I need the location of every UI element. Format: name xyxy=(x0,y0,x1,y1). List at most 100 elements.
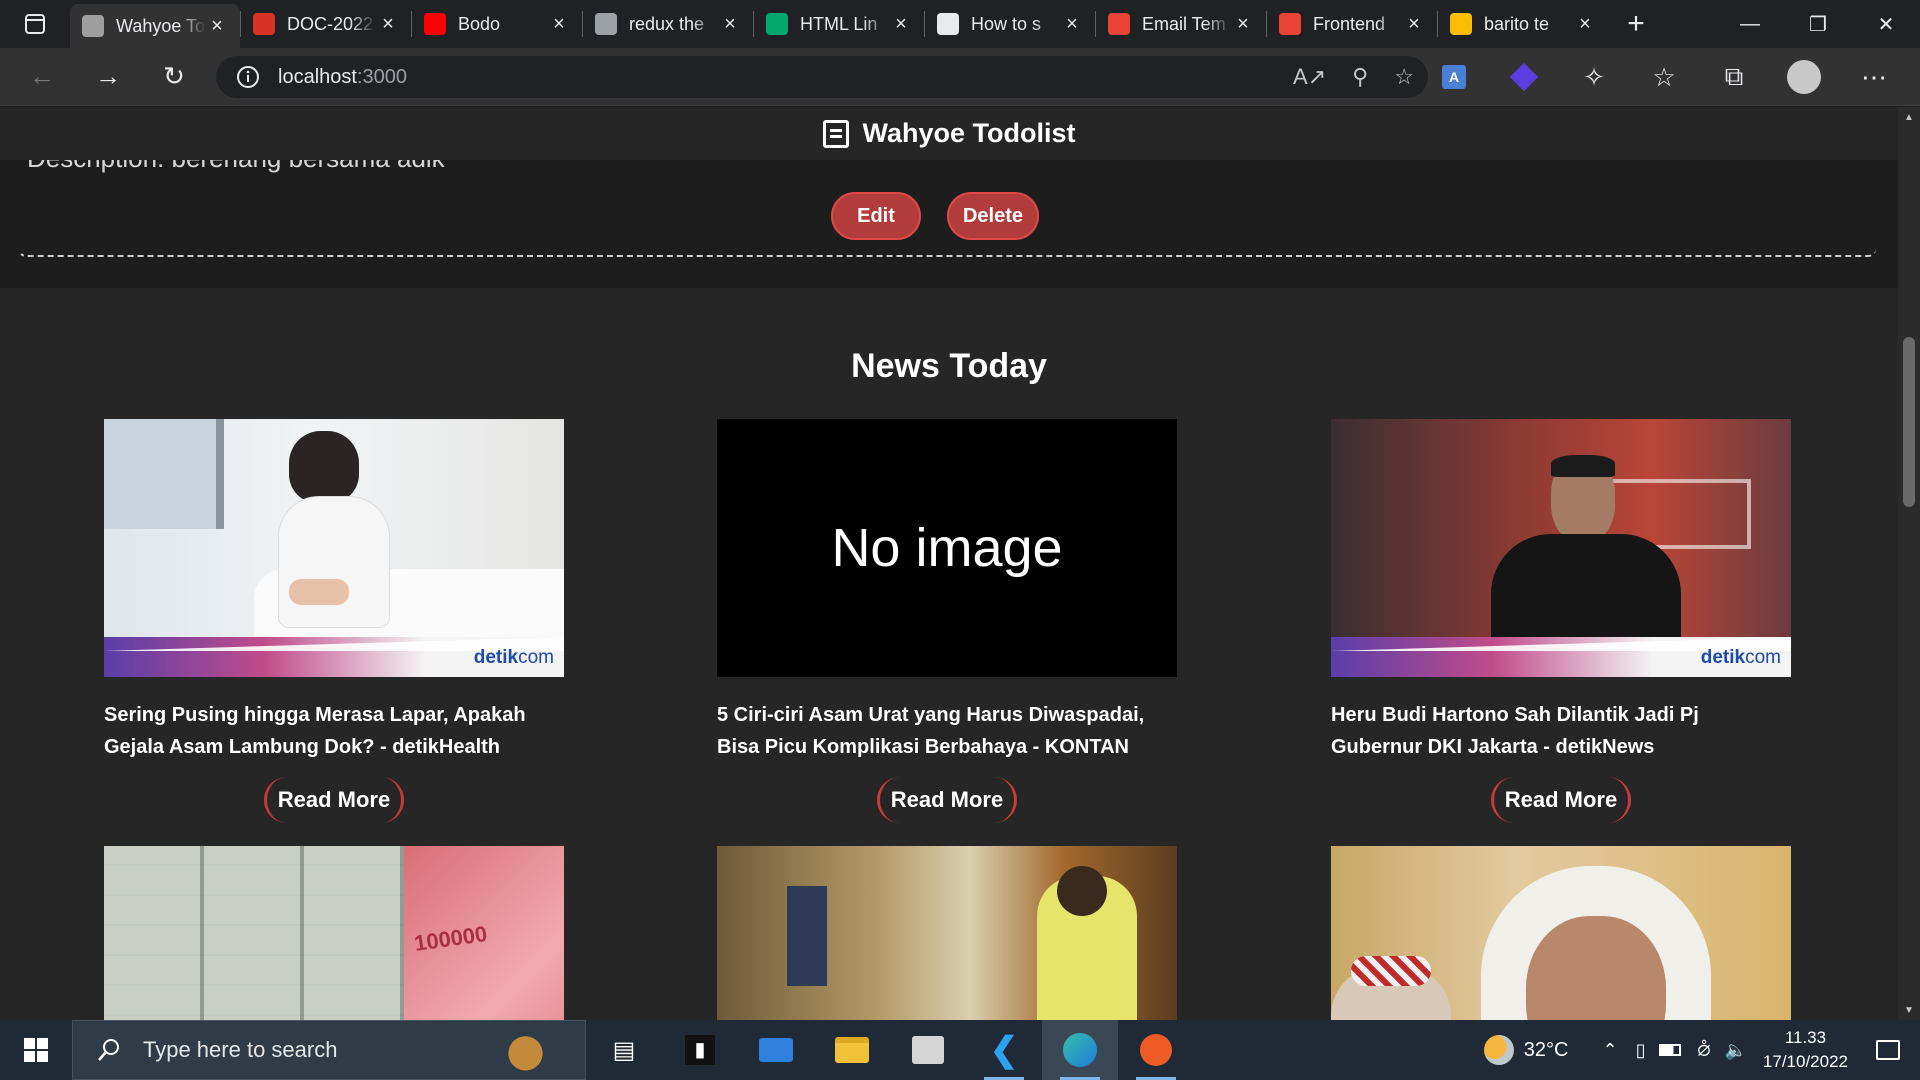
news-card: No image 5 Ciri-ciri Asam Urat yang Haru… xyxy=(717,419,1177,823)
news-image-man-keffiyeh[interactable] xyxy=(1331,846,1791,1020)
read-more-button[interactable]: Read More xyxy=(264,777,404,823)
youtube-favicon-icon xyxy=(424,13,446,35)
browser-tab-strip: Wahyoe Todolist×DOC-2022×Bodo× redux the ×… xyxy=(0,0,1920,48)
news-image-banknotes[interactable]: 100000 xyxy=(104,846,564,1020)
minimize-button[interactable]: — xyxy=(1716,0,1784,48)
read-more-button[interactable]: Read More xyxy=(1491,777,1631,823)
news-image-hospital-corridor[interactable] xyxy=(717,846,1177,1020)
url-text: localhost:3000 xyxy=(278,66,407,89)
news-card xyxy=(1331,846,1791,1020)
windows-logo-icon xyxy=(24,1038,48,1062)
pdf-favicon-icon xyxy=(253,13,275,35)
search-icon xyxy=(98,1039,119,1061)
task-view-button[interactable]: ▤ xyxy=(586,1020,662,1080)
notification-icon[interactable] xyxy=(1876,1040,1900,1060)
close-window-button[interactable]: ✕ xyxy=(1852,0,1920,48)
device-icon[interactable]: ▯ xyxy=(1636,1040,1646,1061)
url-host: localhost xyxy=(278,65,357,88)
browser-tab[interactable]: redux the × xyxy=(583,0,753,48)
app-header: Wahyoe Todolist xyxy=(0,107,1898,160)
taskbar-app-file-explorer[interactable] xyxy=(814,1020,890,1080)
page-scrollbar[interactable]: ▲ ▼ xyxy=(1898,107,1920,1020)
read-aloud-icon[interactable]: A↗ xyxy=(1293,64,1326,90)
browser-tab[interactable]: How to s × xyxy=(925,0,1095,48)
extensions-button[interactable]: ✧ xyxy=(1566,48,1622,106)
tab-title: Frontend xyxy=(1313,13,1386,34)
read-more-button[interactable]: Read More xyxy=(877,777,1017,823)
wahyoe-favicon-icon xyxy=(82,15,104,37)
task-view-icon: ▤ xyxy=(612,1036,636,1064)
scroll-up-arrow-icon[interactable]: ▲ xyxy=(1898,107,1920,127)
taskbar-app-xampp[interactable] xyxy=(890,1020,966,1080)
profile-button[interactable] xyxy=(1776,48,1832,106)
news-headline: Heru Budi Hartono Sah Dilantik Jadi Pj G… xyxy=(1331,704,1699,758)
close-tab-icon[interactable]: × xyxy=(548,13,570,35)
browser-tab[interactable]: HTML Lin × xyxy=(754,0,924,48)
close-tab-icon[interactable]: × xyxy=(377,13,399,35)
news-card: detikcom Sering Pusing hingga Merasa Lap… xyxy=(104,419,564,823)
edge-icon xyxy=(1063,1033,1097,1067)
close-icon: ✕ xyxy=(1877,13,1895,36)
taskbar-app-analytics[interactable]: ▮ xyxy=(662,1020,738,1080)
close-tab-icon[interactable]: × xyxy=(1061,13,1083,35)
wifi-icon[interactable]: ⦲ xyxy=(1697,1040,1710,1061)
folder-icon xyxy=(835,1037,869,1063)
weather-temperature[interactable]: 32°C xyxy=(1524,1039,1569,1062)
volume-icon[interactable]: 🔈 xyxy=(1724,1040,1746,1061)
chevron-up-icon[interactable]: ⌃ xyxy=(1602,1040,1617,1061)
search-highlight-owl-icon xyxy=(485,1027,575,1075)
no-image-placeholder[interactable]: No image xyxy=(717,419,1177,677)
back-button[interactable]: ← xyxy=(14,48,70,106)
taskbar-app-postman[interactable] xyxy=(1118,1020,1194,1080)
extension-button[interactable] xyxy=(1496,48,1552,106)
translate-icon: A xyxy=(1442,65,1466,89)
vscode-icon: ❮ xyxy=(989,1031,1019,1069)
browser-tab[interactable]: DOC-2022 × xyxy=(241,0,411,48)
tab-actions-button[interactable] xyxy=(0,0,70,48)
address-bar[interactable]: localhost:3000 A↗ ⚲ ☆ xyxy=(216,56,1428,98)
news-image-man-press-conference[interactable]: detikcom xyxy=(1331,419,1791,677)
tab-title: How to s xyxy=(971,13,1042,34)
close-tab-icon[interactable]: × xyxy=(1574,13,1596,35)
scroll-thumb[interactable] xyxy=(1903,337,1915,507)
delete-button[interactable]: Delete xyxy=(947,192,1039,240)
taskbar-app-vscode[interactable]: ❮ xyxy=(966,1020,1042,1080)
taskbar-search-box[interactable]: Type here to search xyxy=(72,1020,586,1080)
taskbar-app-edge[interactable] xyxy=(1042,1020,1118,1080)
collections-button[interactable]: ⧉ xyxy=(1706,48,1762,106)
news-image-woman-stomach-ache[interactable]: detikcom xyxy=(104,419,564,677)
browser-tab[interactable]: Frontend × xyxy=(1267,0,1437,48)
zoom-icon[interactable]: ⚲ xyxy=(1352,64,1368,90)
new-tab-button[interactable]: + xyxy=(1608,0,1664,48)
taskbar-app-mail[interactable] xyxy=(738,1020,814,1080)
scroll-down-arrow-icon[interactable]: ▼ xyxy=(1898,1000,1920,1020)
reload-button[interactable]: ↻ xyxy=(146,48,202,106)
taskbar-clock[interactable]: 11.33 17/10/2022 xyxy=(1763,1026,1848,1074)
translate-button[interactable]: A xyxy=(1426,48,1482,106)
battery-icon[interactable] xyxy=(1659,1044,1682,1056)
close-tab-icon[interactable]: × xyxy=(1403,13,1425,35)
restore-button[interactable]: ❐ xyxy=(1784,0,1852,48)
add-favorite-icon[interactable]: ☆ xyxy=(1394,64,1414,90)
edit-button[interactable]: Edit xyxy=(831,192,921,240)
browser-tab[interactable]: Email Tem × xyxy=(1096,0,1266,48)
close-tab-icon[interactable]: × xyxy=(1232,13,1254,35)
close-tab-icon[interactable]: × xyxy=(719,13,741,35)
close-tab-icon[interactable]: × xyxy=(890,13,912,35)
start-button[interactable] xyxy=(0,1020,72,1080)
settings-menu-button[interactable]: ⋯ xyxy=(1846,48,1902,106)
forward-arrow-icon: → xyxy=(95,61,121,91)
news-card xyxy=(717,846,1177,1020)
browser-tab[interactable]: Wahyoe Todolist× xyxy=(70,4,240,48)
browser-toolbar: ← → ↻ localhost:3000 A↗ ⚲ ☆ A ✧ ☆ ⧉ ⋯ xyxy=(0,48,1920,106)
tab-title: redux the xyxy=(629,13,705,34)
close-tab-icon[interactable]: × xyxy=(206,15,228,37)
weather-icon[interactable] xyxy=(1483,1035,1514,1065)
todo-divider xyxy=(18,247,1876,257)
favorites-button[interactable]: ☆ xyxy=(1636,48,1692,106)
browser-tab[interactable]: Bodo × xyxy=(412,0,582,48)
browser-tab[interactable]: barito te × xyxy=(1438,0,1608,48)
forward-button[interactable]: → xyxy=(80,48,136,106)
clock-time: 11.33 xyxy=(1784,1028,1827,1047)
site-info-icon[interactable] xyxy=(236,65,260,89)
